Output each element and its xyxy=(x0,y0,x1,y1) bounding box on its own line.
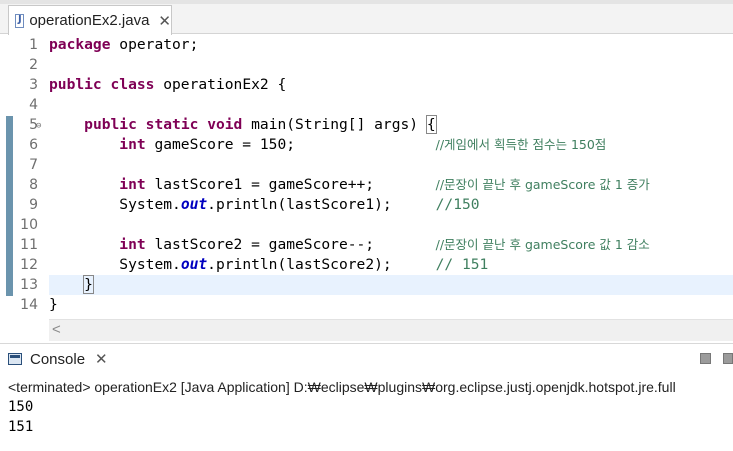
editor-tab-title: operationEx2.java xyxy=(29,12,150,29)
console-tab-bar: Console ✕ xyxy=(0,343,733,373)
code-line-1[interactable]: 1 package operator; xyxy=(0,35,733,55)
code-editor[interactable]: 1 package operator; 2 3 public class ope… xyxy=(0,35,733,319)
code-text: main(String[] args) xyxy=(242,116,427,133)
line-number: 7 xyxy=(29,157,38,173)
line-number: 1 xyxy=(29,37,38,53)
fold-collapse-icon[interactable]: ⊖ xyxy=(36,116,41,136)
code-comment: //150 xyxy=(435,196,480,213)
code-line-3[interactable]: 3 public class operationEx2 { xyxy=(0,75,733,95)
code-line-2[interactable]: 2 xyxy=(0,55,733,75)
text-caret xyxy=(92,276,94,292)
line-number: 13 xyxy=(20,277,38,293)
line-number: 14 xyxy=(20,297,38,313)
line-number: 9 xyxy=(29,197,38,213)
java-file-icon xyxy=(15,13,25,28)
code-line-6[interactable]: 6 int gameScore = 150; //게임에서 획득한 점수는 15… xyxy=(0,135,733,155)
terminate-icon[interactable] xyxy=(700,353,711,364)
static-field: out xyxy=(180,196,208,213)
code-text: gameScore = 150; xyxy=(145,136,436,153)
code-text: .println(lastScore1); xyxy=(207,196,436,213)
code-comment: //문장이 끝난 후 gameScore 값 1 증가 xyxy=(435,177,650,192)
keyword: public xyxy=(84,116,137,133)
code-text: System. xyxy=(119,196,181,213)
console-output-line: 150 xyxy=(8,399,34,415)
console-tab[interactable]: Console ✕ xyxy=(8,350,108,368)
console-process-status: <terminated> operationEx2 [Java Applicat… xyxy=(8,379,676,395)
keyword: int xyxy=(119,236,146,253)
console-output-line: 151 xyxy=(8,419,34,435)
code-line-9[interactable]: 9 System.out.println(lastScore1); //150 xyxy=(0,195,733,215)
line-number: 8 xyxy=(29,177,38,193)
keyword: void xyxy=(207,116,243,133)
code-line-10[interactable]: 10 xyxy=(0,215,733,235)
code-line-4[interactable]: 4 xyxy=(0,95,733,115)
code-comment: // 151 xyxy=(435,256,489,273)
editor-tab-bar: operationEx2.java ✕ xyxy=(0,0,733,35)
keyword: class xyxy=(110,76,155,93)
code-comment: //문장이 끝난 후 gameScore 값 1 감소 xyxy=(435,237,650,252)
keyword: static xyxy=(145,116,199,133)
code-text: } xyxy=(49,296,58,313)
code-text: operationEx2 { xyxy=(154,76,287,93)
line-number: 11 xyxy=(20,237,38,253)
code-line-14[interactable]: 14 } xyxy=(0,295,733,315)
line-number: 3 xyxy=(29,77,38,93)
code-line-5[interactable]: 5 ⊖ public static void main(String[] arg… xyxy=(0,115,733,135)
matching-brace: } xyxy=(83,275,94,294)
code-text: operator; xyxy=(110,36,199,53)
console-tab-title: Console xyxy=(30,350,86,368)
editor-horizontal-scrollbar[interactable]: < xyxy=(49,319,733,341)
code-comment: //게임에서 획득한 점수는 150점 xyxy=(435,137,607,152)
code-line-11[interactable]: 11 int lastScore2 = gameScore--; //문장이 끝… xyxy=(0,235,733,255)
code-text: lastScore2 = gameScore--; xyxy=(145,236,436,253)
keyword: int xyxy=(119,136,146,153)
code-line-12[interactable]: 12 System.out.println(lastScore2); // 15… xyxy=(0,255,733,275)
code-line-8[interactable]: 8 int lastScore1 = gameScore++; //문장이 끝난… xyxy=(0,175,733,195)
line-number: 6 xyxy=(29,137,38,153)
editor-tab-operationex2[interactable]: operationEx2.java ✕ xyxy=(8,5,172,35)
remove-launch-icon[interactable] xyxy=(723,353,733,364)
static-field: out xyxy=(180,256,208,273)
keyword: int xyxy=(119,176,146,193)
code-text: System. xyxy=(119,256,181,273)
close-icon[interactable]: ✕ xyxy=(158,12,171,30)
code-line-7[interactable]: 7 xyxy=(0,155,733,175)
line-number: 4 xyxy=(29,97,38,113)
keyword: public xyxy=(49,76,102,93)
matching-brace: { xyxy=(425,115,437,134)
line-number: 2 xyxy=(29,57,38,73)
code-text: .println(lastScore2); xyxy=(207,256,436,273)
scroll-left-icon[interactable]: < xyxy=(52,320,61,340)
code-text: lastScore1 = gameScore++; xyxy=(145,176,436,193)
keyword: package xyxy=(49,36,111,53)
close-icon[interactable]: ✕ xyxy=(95,350,108,368)
line-number: 12 xyxy=(20,257,38,273)
console-icon xyxy=(8,353,22,365)
line-number: 10 xyxy=(20,217,38,233)
code-line-13[interactable]: 13 } xyxy=(0,275,733,295)
